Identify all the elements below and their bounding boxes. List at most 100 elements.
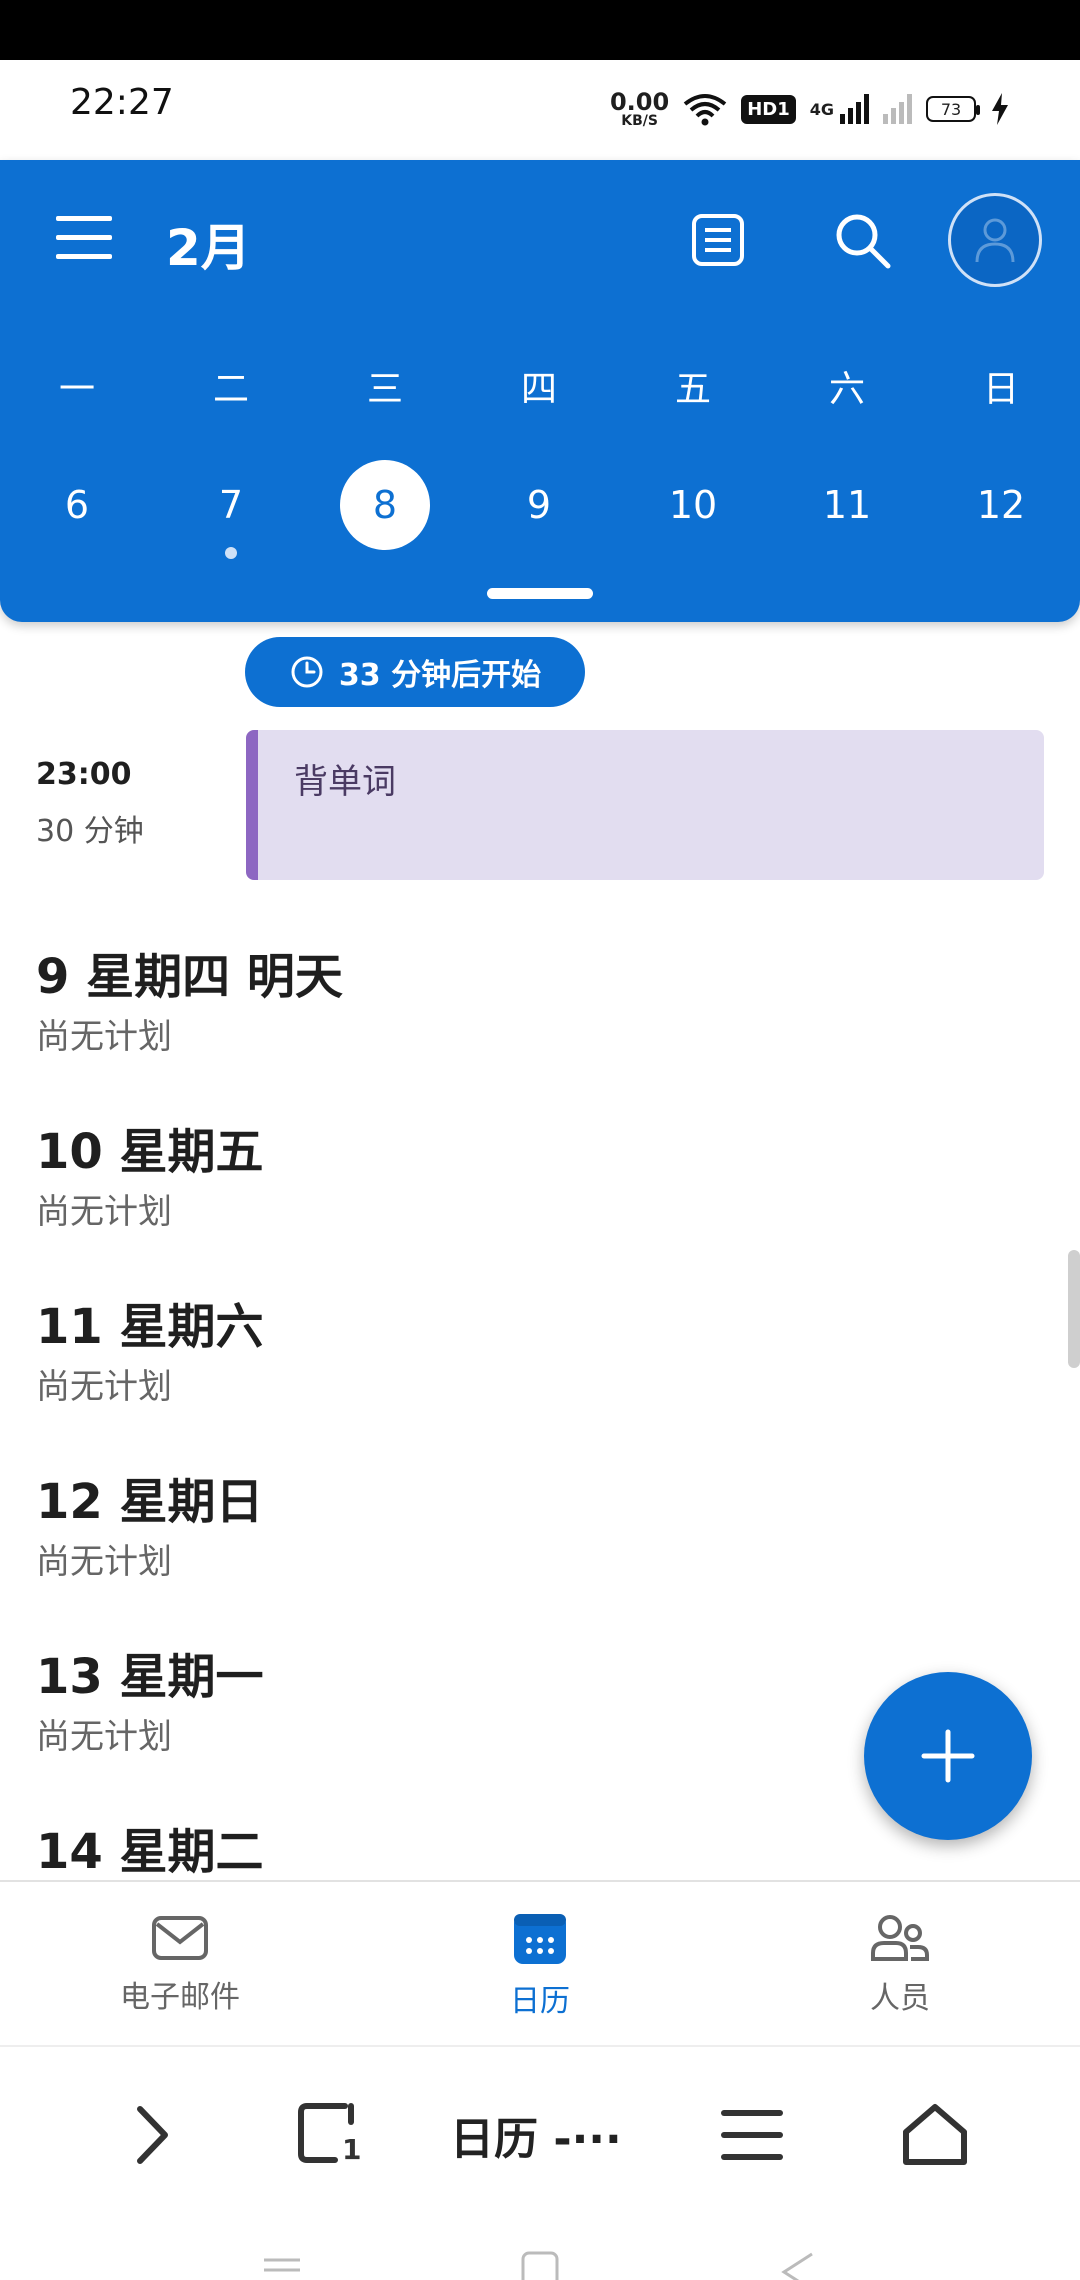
day-group[interactable]: 11 星期六 尚无计划 — [36, 1287, 264, 1408]
mail-icon — [152, 1915, 208, 1960]
countdown-text: 33 分钟后开始 — [338, 658, 542, 693]
weekday-label: 一 — [58, 369, 95, 410]
menu-icon — [721, 2109, 783, 2160]
back-gesture-icon[interactable] — [778, 2250, 818, 2280]
page-title-button[interactable]: 日历 -··· — [450, 2087, 630, 2182]
day-title: 9 星期四 明天 — [36, 949, 343, 1005]
date-cell[interactable]: 11 — [770, 455, 924, 555]
day-group[interactable]: 13 星期一 尚无计划 — [36, 1637, 264, 1758]
weekday-label: 二 — [212, 369, 249, 410]
charging-icon — [992, 93, 1008, 125]
day-title: 14 星期二 — [36, 1824, 264, 1880]
plus-icon — [921, 1729, 975, 1783]
date-number: 7 — [218, 483, 244, 527]
battery-level: 73 — [940, 99, 962, 119]
nav-label: 日历 — [510, 1983, 570, 2019]
chevron-right-icon — [137, 2105, 168, 2164]
day-group[interactable]: 10 星期五 尚无计划 — [36, 1112, 264, 1233]
search-icon[interactable] — [832, 210, 894, 272]
network-type: 4G — [809, 99, 834, 119]
event-time: 23:00 — [36, 757, 132, 792]
expand-drag-handle[interactable] — [487, 588, 593, 599]
date-number: 10 — [668, 483, 718, 527]
nav-people[interactable]: 人员 — [720, 1882, 1080, 2047]
date-cell[interactable]: 9 — [462, 455, 616, 555]
agenda-view-icon[interactable] — [690, 212, 746, 268]
status-bar: 22:27 0.00 KB/S HD1 4G 73 — [0, 60, 1080, 160]
date-cell[interactable]: 12 — [924, 455, 1078, 555]
page-title: 日历 -··· — [450, 2113, 622, 2165]
date-cell[interactable]: 10 — [616, 455, 770, 555]
weekday-label: 日 — [982, 369, 1019, 410]
status-icons: 0.00 KB/S HD1 4G 73 — [610, 84, 1010, 134]
battery-icon: 73 — [926, 96, 980, 122]
date-number: 9 — [526, 483, 552, 527]
date-number: 12 — [976, 483, 1026, 527]
bottom-navigation: 电子邮件 日历 人员 — [0, 1880, 1080, 2047]
nav-label: 电子邮件 — [120, 1979, 240, 2015]
forward-button[interactable] — [118, 2087, 188, 2182]
date-cell[interactable]: 7 — [154, 455, 308, 559]
event-card[interactable]: 背单词 — [246, 730, 1044, 880]
day-title: 10 星期五 — [36, 1124, 264, 1180]
countdown-badge[interactable]: 33 分钟后开始 — [245, 637, 585, 707]
event-title: 背单词 — [294, 762, 396, 802]
menu-button[interactable] — [56, 216, 112, 260]
scrollbar[interactable] — [1068, 1250, 1080, 1368]
browser-toolbar: 1 日历 -··· — [0, 2045, 1080, 2222]
speed-unit: KB/S — [621, 113, 658, 129]
selected-date-number: 8 — [340, 460, 430, 550]
day-group[interactable]: 12 星期日 尚无计划 — [36, 1462, 264, 1583]
people-icon — [871, 1914, 929, 1961]
wifi-icon — [683, 94, 727, 126]
day-group[interactable]: 14 星期二 — [36, 1812, 264, 1880]
recent-apps-icon[interactable] — [262, 2256, 302, 2280]
date-cell-selected[interactable]: 8 — [308, 455, 462, 555]
browser-menu-button[interactable] — [712, 2087, 792, 2182]
day-subtitle: 尚无计划 — [36, 1717, 172, 1757]
day-title: 11 星期六 — [36, 1299, 264, 1355]
day-title: 13 星期一 — [36, 1649, 264, 1705]
clock-icon — [291, 656, 323, 688]
home-icon — [903, 2103, 967, 2165]
date-cell[interactable]: 6 — [0, 455, 154, 555]
top-black-bar — [0, 0, 1080, 60]
home-button[interactable] — [890, 2087, 980, 2182]
weekday-label: 五 — [674, 369, 711, 410]
date-number: 6 — [64, 483, 90, 527]
day-subtitle: 尚无计划 — [36, 1367, 172, 1407]
month-title[interactable]: 2月 — [166, 208, 251, 280]
day-subtitle: 尚无计划 — [36, 1542, 172, 1582]
add-event-button[interactable] — [864, 1672, 1032, 1840]
event-indicator-dot — [225, 547, 237, 559]
event-duration: 30 分钟 — [36, 814, 144, 849]
day-subtitle: 尚无计划 — [36, 1192, 172, 1232]
date-number: 11 — [822, 483, 872, 527]
event-time-block: 23:00 30 分钟 — [36, 757, 144, 850]
network-speed: 0.00 KB/S — [610, 90, 669, 128]
hd-badge: HD1 — [741, 94, 796, 124]
system-navigation-bar — [0, 2220, 1080, 2280]
signal-weak-icon — [883, 94, 912, 124]
tab-count: 1 — [342, 2133, 362, 2166]
nav-calendar[interactable]: 日历 — [360, 1882, 720, 2047]
day-title: 12 星期日 — [36, 1474, 264, 1530]
nav-mail[interactable]: 电子邮件 — [0, 1882, 360, 2047]
calendar-header: 2月 一 二 三 四 五 六 日 6 7 8 9 10 11 12 — [0, 160, 1080, 622]
tabs-button[interactable]: 1 — [290, 2087, 370, 2182]
person-icon — [975, 218, 1015, 263]
nav-label: 人员 — [870, 1980, 930, 2016]
weekday-label: 三 — [366, 369, 403, 410]
weekday-label: 四 — [520, 369, 557, 410]
status-time: 22:27 — [70, 82, 174, 123]
date-row: 6 7 8 9 10 11 12 — [0, 455, 1080, 559]
weekday-label: 六 — [828, 369, 865, 410]
day-subtitle: 尚无计划 — [36, 1017, 172, 1057]
calendar-icon — [514, 1913, 566, 1964]
speed-value: 0.00 — [609, 88, 670, 116]
weekday-row: 一 二 三 四 五 六 日 — [0, 360, 1080, 420]
home-gesture-icon[interactable] — [520, 2250, 560, 2280]
avatar-button[interactable] — [948, 193, 1042, 287]
signal-strong-icon — [840, 94, 869, 124]
day-group[interactable]: 9 星期四 明天 尚无计划 — [36, 937, 343, 1058]
